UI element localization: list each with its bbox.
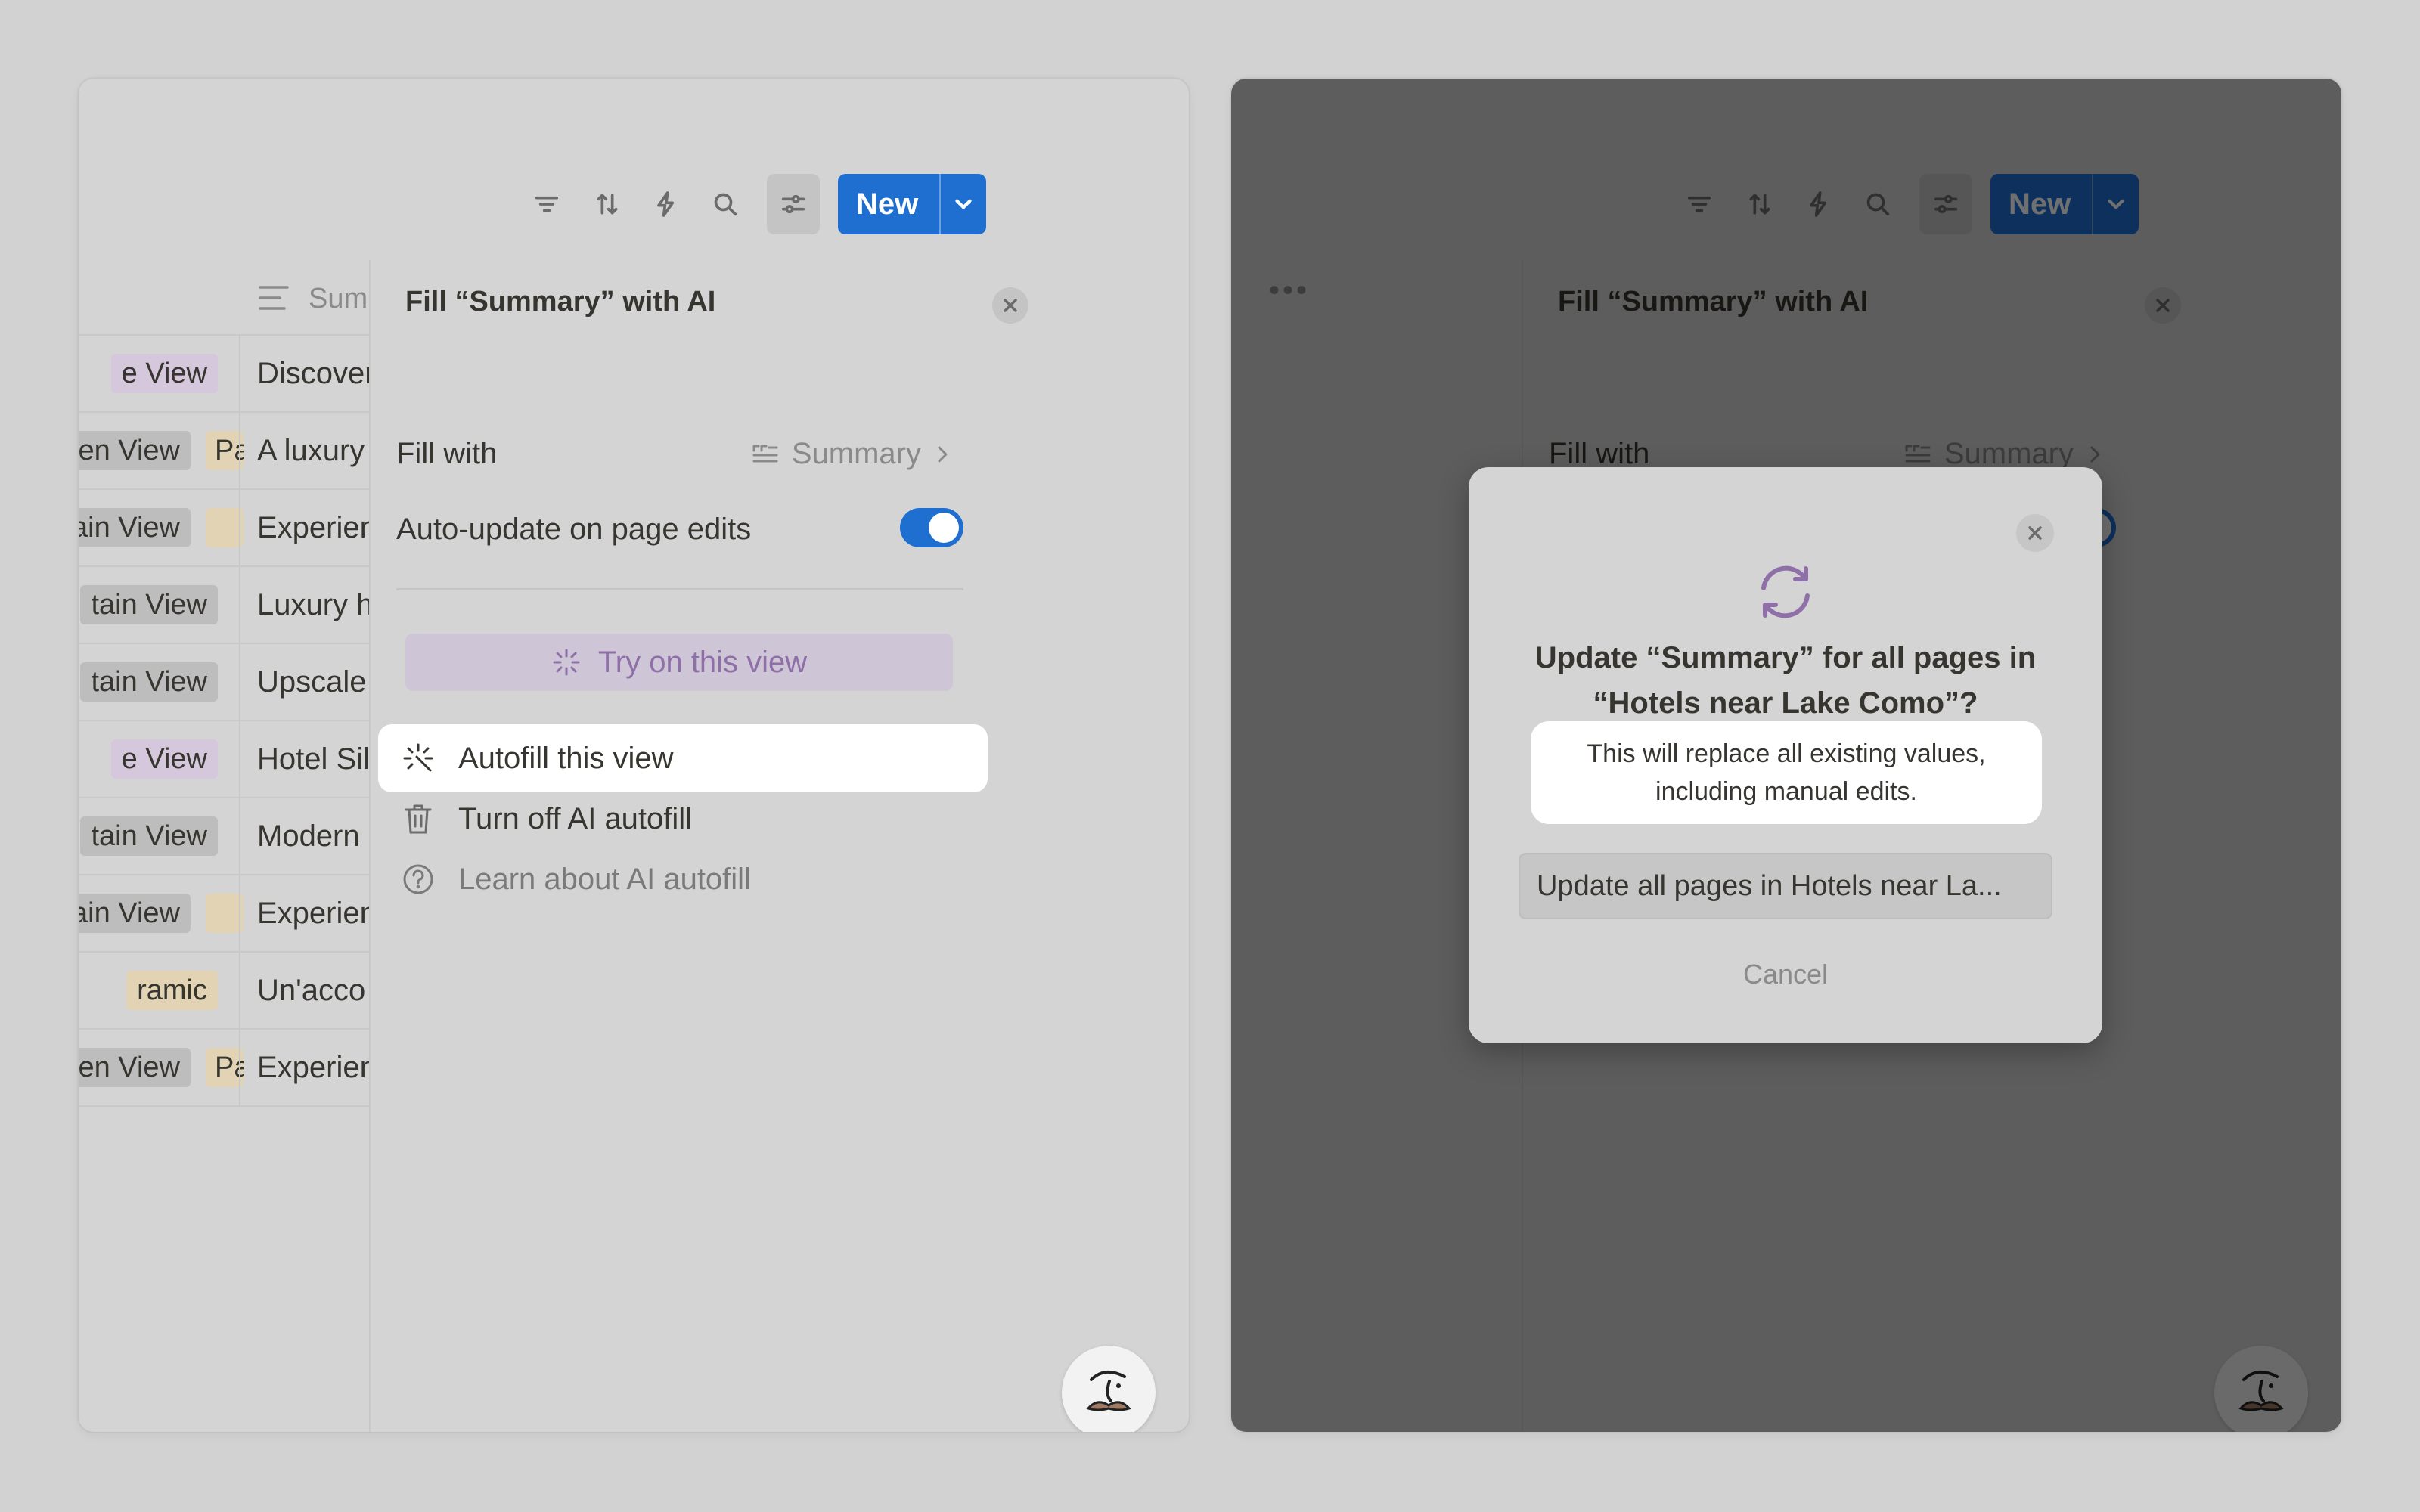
table-row[interactable]: tain View Experien bbox=[79, 488, 369, 567]
sparkle-icon bbox=[553, 649, 580, 676]
fill-with-value: Summary bbox=[1944, 437, 2074, 470]
avatar-face-icon bbox=[1086, 1371, 1131, 1411]
fill-ai-panel: Fill “Summary” with AI Fill with Summary… bbox=[369, 260, 1189, 1432]
table-row[interactable]: ramic Un'acco bbox=[79, 951, 369, 1030]
filter-icon bbox=[1673, 174, 1726, 234]
fill-with-label: Fill with bbox=[396, 437, 498, 470]
cancel-button[interactable]: Cancel bbox=[1469, 959, 2102, 990]
chevron-down-icon bbox=[2093, 191, 2139, 217]
learn-label: Learn about AI autofill bbox=[458, 862, 751, 896]
view-tag: tain View bbox=[80, 662, 218, 702]
chevron-right-icon bbox=[2090, 446, 2100, 462]
second-tag bbox=[206, 894, 244, 933]
second-tag bbox=[206, 508, 244, 547]
view-tag: en View bbox=[79, 431, 191, 470]
close-icon bbox=[2145, 287, 2181, 324]
autofill-this-view-item[interactable]: Autofill this view bbox=[378, 724, 988, 792]
new-button: New bbox=[1990, 174, 2139, 234]
lightning-icon[interactable] bbox=[640, 174, 693, 234]
chevron-down-icon[interactable] bbox=[941, 191, 986, 217]
sort-icon[interactable] bbox=[581, 174, 634, 234]
autofill-label: Autofill this view bbox=[458, 741, 674, 775]
text-property-icon bbox=[1905, 445, 1931, 462]
summary-cell[interactable]: Experien bbox=[257, 508, 369, 547]
summary-cell[interactable]: Experien bbox=[257, 1048, 369, 1087]
sliders-icon[interactable] bbox=[767, 174, 820, 234]
close-icon[interactable] bbox=[992, 287, 1028, 324]
confirm-update-dialog: Update “Summary” for all pages in “Hotel… bbox=[1469, 467, 2102, 1043]
table-row[interactable]: e View Discover bbox=[79, 334, 369, 413]
update-all-pages-button[interactable]: Update all pages in Hotels near La... bbox=[1519, 853, 2052, 919]
help-circle-icon bbox=[398, 863, 439, 896]
sort-icon bbox=[1733, 174, 1786, 234]
table-row[interactable]: tain View Luxury h bbox=[79, 565, 369, 644]
lightning-icon bbox=[1792, 174, 1845, 234]
left-panel: New Summary e View Discover en View Pa A lux… bbox=[79, 79, 1189, 1432]
trash-icon bbox=[398, 802, 439, 835]
dialog-title: Update “Summary” for all pages in “Hotel… bbox=[1534, 641, 2037, 720]
try-button-label: Try on this view bbox=[597, 645, 808, 679]
text-lines-icon bbox=[257, 283, 290, 317]
refresh-icon bbox=[1761, 565, 1810, 618]
sliders-icon bbox=[1919, 174, 1972, 234]
search-icon bbox=[1851, 174, 1904, 234]
new-button-label: New bbox=[2009, 187, 2071, 221]
view-tag: tain View bbox=[80, 816, 218, 856]
chevron-right-icon bbox=[938, 446, 948, 462]
avatar bbox=[2214, 1346, 2308, 1432]
fill-panel-title: Fill “Summary” with AI bbox=[1558, 286, 1869, 318]
view-tag: en View bbox=[79, 1048, 191, 1087]
close-icon[interactable] bbox=[2016, 514, 2054, 552]
table-row[interactable]: tain View Modern bbox=[79, 797, 369, 875]
turn-off-autofill-item[interactable]: Turn off AI autofill bbox=[378, 785, 988, 853]
fill-with-row[interactable]: Fill with Summary bbox=[396, 431, 963, 476]
avatar[interactable] bbox=[1062, 1346, 1156, 1432]
view-tag: ramic bbox=[126, 971, 218, 1010]
view-tag: tain View bbox=[79, 508, 191, 547]
fill-with-value: Summary bbox=[791, 437, 921, 470]
table-row[interactable]: e View Hotel Sil bbox=[79, 720, 369, 798]
summary-cell[interactable]: Discover bbox=[257, 354, 369, 393]
sparkle-icon bbox=[398, 742, 439, 775]
view-tag: tain View bbox=[80, 585, 218, 624]
avatar-face-icon bbox=[2238, 1371, 2284, 1411]
fill-with-label: Fill with bbox=[1549, 437, 1650, 470]
divider bbox=[396, 588, 963, 590]
summary-cell[interactable]: Upscale bbox=[257, 662, 369, 702]
search-icon[interactable] bbox=[699, 174, 752, 234]
table-row[interactable]: tain View Upscale bbox=[79, 643, 369, 721]
dialog-description: This will replace all existing values, i… bbox=[1531, 721, 2042, 824]
summary-cell[interactable]: Hotel Sil bbox=[257, 739, 369, 779]
table-row[interactable]: en View Pa Experien bbox=[79, 1028, 369, 1107]
summary-cell[interactable]: Un'acco bbox=[257, 971, 369, 1010]
turn-off-label: Turn off AI autofill bbox=[458, 801, 693, 835]
second-tag: Pa bbox=[206, 1048, 244, 1087]
view-tag: e View bbox=[110, 354, 218, 393]
table-header: Summary bbox=[79, 260, 432, 336]
filter-icon[interactable] bbox=[520, 174, 573, 234]
summary-cell[interactable]: Luxury h bbox=[257, 585, 369, 624]
auto-update-label: Auto-update on page edits bbox=[396, 513, 752, 546]
text-property-icon bbox=[752, 445, 778, 462]
new-button-label: New bbox=[856, 187, 919, 221]
learn-autofill-item[interactable]: Learn about AI autofill bbox=[378, 845, 988, 913]
view-tag: e View bbox=[110, 739, 218, 779]
summary-cell[interactable]: A luxury bbox=[257, 431, 369, 470]
more-options-icon: ••• bbox=[1269, 274, 1311, 307]
auto-update-row: Auto-update on page edits bbox=[396, 507, 963, 552]
summary-cell[interactable]: Experien bbox=[257, 894, 369, 933]
table-row[interactable]: en View Pa A luxury bbox=[79, 411, 369, 490]
new-button[interactable]: New bbox=[838, 174, 986, 234]
fill-panel-title: Fill “Summary” with AI bbox=[405, 286, 716, 318]
second-tag: Pa bbox=[206, 431, 244, 470]
auto-update-toggle[interactable] bbox=[900, 508, 963, 547]
summary-cell[interactable]: Modern bbox=[257, 816, 369, 856]
view-tag: tain View bbox=[79, 894, 191, 933]
table-row[interactable]: tain View Experien bbox=[79, 874, 369, 953]
try-on-view-button[interactable]: Try on this view bbox=[405, 634, 953, 691]
